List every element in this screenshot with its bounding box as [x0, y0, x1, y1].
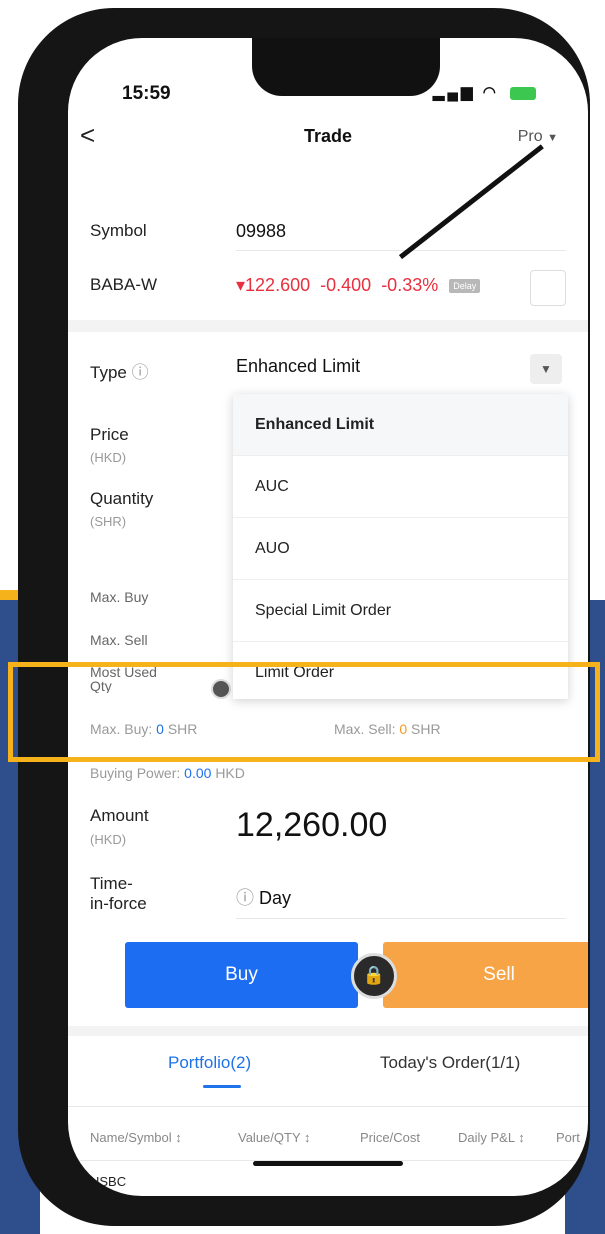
divider: [236, 918, 566, 919]
quantity-unit: (SHR): [90, 514, 127, 529]
symbol-input[interactable]: 09988: [236, 221, 286, 242]
annotation-highlight-box: [8, 662, 600, 762]
row-stock-name[interactable]: HSBC: [90, 1174, 126, 1189]
battery-icon: [510, 86, 536, 100]
dropdown-option-special-limit-order[interactable]: Special Limit Order: [233, 580, 568, 642]
order-type-dropdown: Enhanced Limit AUC AUO Special Limit Ord…: [233, 394, 568, 699]
page-title: Trade: [303, 126, 353, 146]
amount-label: Amount: [90, 806, 149, 825]
buy-button[interactable]: Buy: [125, 942, 358, 1008]
time-in-force-select[interactable]: ⓘ Day: [236, 884, 291, 910]
tab-todays-order[interactable]: Today's Order(1/1): [380, 1053, 520, 1073]
active-tab-indicator: [203, 1085, 241, 1088]
sell-button[interactable]: Sell: [383, 942, 588, 1008]
price-change-pct: -0.33%: [381, 275, 439, 295]
col-header-name[interactable]: Name/Symbol ↕: [90, 1130, 182, 1145]
stock-name: BABA-W: [90, 275, 158, 294]
buying-power-label: Buying Power:: [90, 765, 181, 781]
tab-portfolio[interactable]: Portfolio(2): [168, 1053, 251, 1073]
notch: [252, 38, 440, 96]
max-buy-label: Max. Buy: [90, 589, 149, 605]
home-indicator: [253, 1161, 403, 1166]
divider: [236, 250, 566, 251]
order-type-select[interactable]: Enhanced Limit: [236, 356, 360, 377]
lock-icon[interactable]: 🔒: [351, 953, 397, 999]
price-label: Price: [90, 425, 129, 444]
tif-label-line1: Time-: [90, 874, 133, 893]
max-sell-label: Max. Sell: [90, 632, 148, 648]
wifi-icon: ◠: [482, 84, 499, 101]
dropdown-toggle[interactable]: ▼: [530, 354, 562, 384]
last-price: ▾122.600: [236, 275, 311, 295]
nav-bar: < Trade Pro ▼: [68, 118, 588, 162]
dropdown-option-auo[interactable]: AUO: [233, 518, 568, 580]
quote-line: ▾122.600 -0.400 -0.33% Delay: [236, 275, 481, 296]
pro-mode-toggle[interactable]: Pro ▼: [518, 128, 558, 146]
price-change: -0.400: [320, 275, 372, 295]
buying-power-value: 0.00: [184, 765, 212, 781]
dropdown-option-enhanced-limit[interactable]: Enhanced Limit: [233, 394, 568, 456]
type-label: Type ⓘ: [90, 358, 149, 383]
signal-icon: ▂▄▆: [432, 84, 476, 101]
section-separator: [68, 1026, 588, 1036]
tif-label-line2: in-force: [90, 894, 147, 913]
symbol-label: Symbol: [90, 221, 147, 240]
delay-badge: Delay: [449, 279, 481, 294]
buying-power-unit: HKD: [215, 765, 245, 781]
status-icons: ▂▄▆ ◠: [433, 83, 536, 101]
col-header-price[interactable]: Price/Cost: [360, 1130, 420, 1145]
info-icon[interactable]: ⓘ: [236, 888, 254, 908]
amount-unit: (HKD): [90, 832, 127, 847]
buying-power-info: Buying Power: 0.00 HKD: [90, 765, 245, 781]
quantity-label: Quantity: [90, 489, 154, 508]
chevron-down-icon: ▼: [547, 132, 558, 144]
col-header-daily-pl[interactable]: Daily P&L ↕: [458, 1130, 525, 1145]
dropdown-option-auc[interactable]: AUC: [233, 456, 568, 518]
caret-down-icon: ▼: [540, 362, 552, 376]
tif-label: Time- in-force: [90, 874, 147, 914]
divider: [68, 1106, 588, 1107]
phone-screen: 15:59 ▂▄▆ ◠ < Trade Pro ▼ Symbol 09988 B…: [68, 38, 588, 1196]
phone-frame: 15:59 ▂▄▆ ◠ < Trade Pro ▼ Symbol 09988 B…: [18, 8, 590, 1226]
status-time: 15:59: [122, 83, 171, 104]
info-icon[interactable]: ⓘ: [132, 363, 149, 382]
tif-value: Day: [259, 888, 292, 908]
price-unit: (HKD): [90, 450, 127, 465]
section-separator: [68, 320, 588, 332]
quote-expand-button[interactable]: [530, 270, 566, 306]
col-header-portfolio[interactable]: Port: [556, 1130, 580, 1145]
amount-value: 12,260.00: [236, 806, 388, 844]
pro-label: Pro: [517, 128, 543, 145]
col-header-value[interactable]: Value/QTY ↕: [238, 1130, 311, 1145]
type-label-text: Type: [90, 363, 127, 382]
